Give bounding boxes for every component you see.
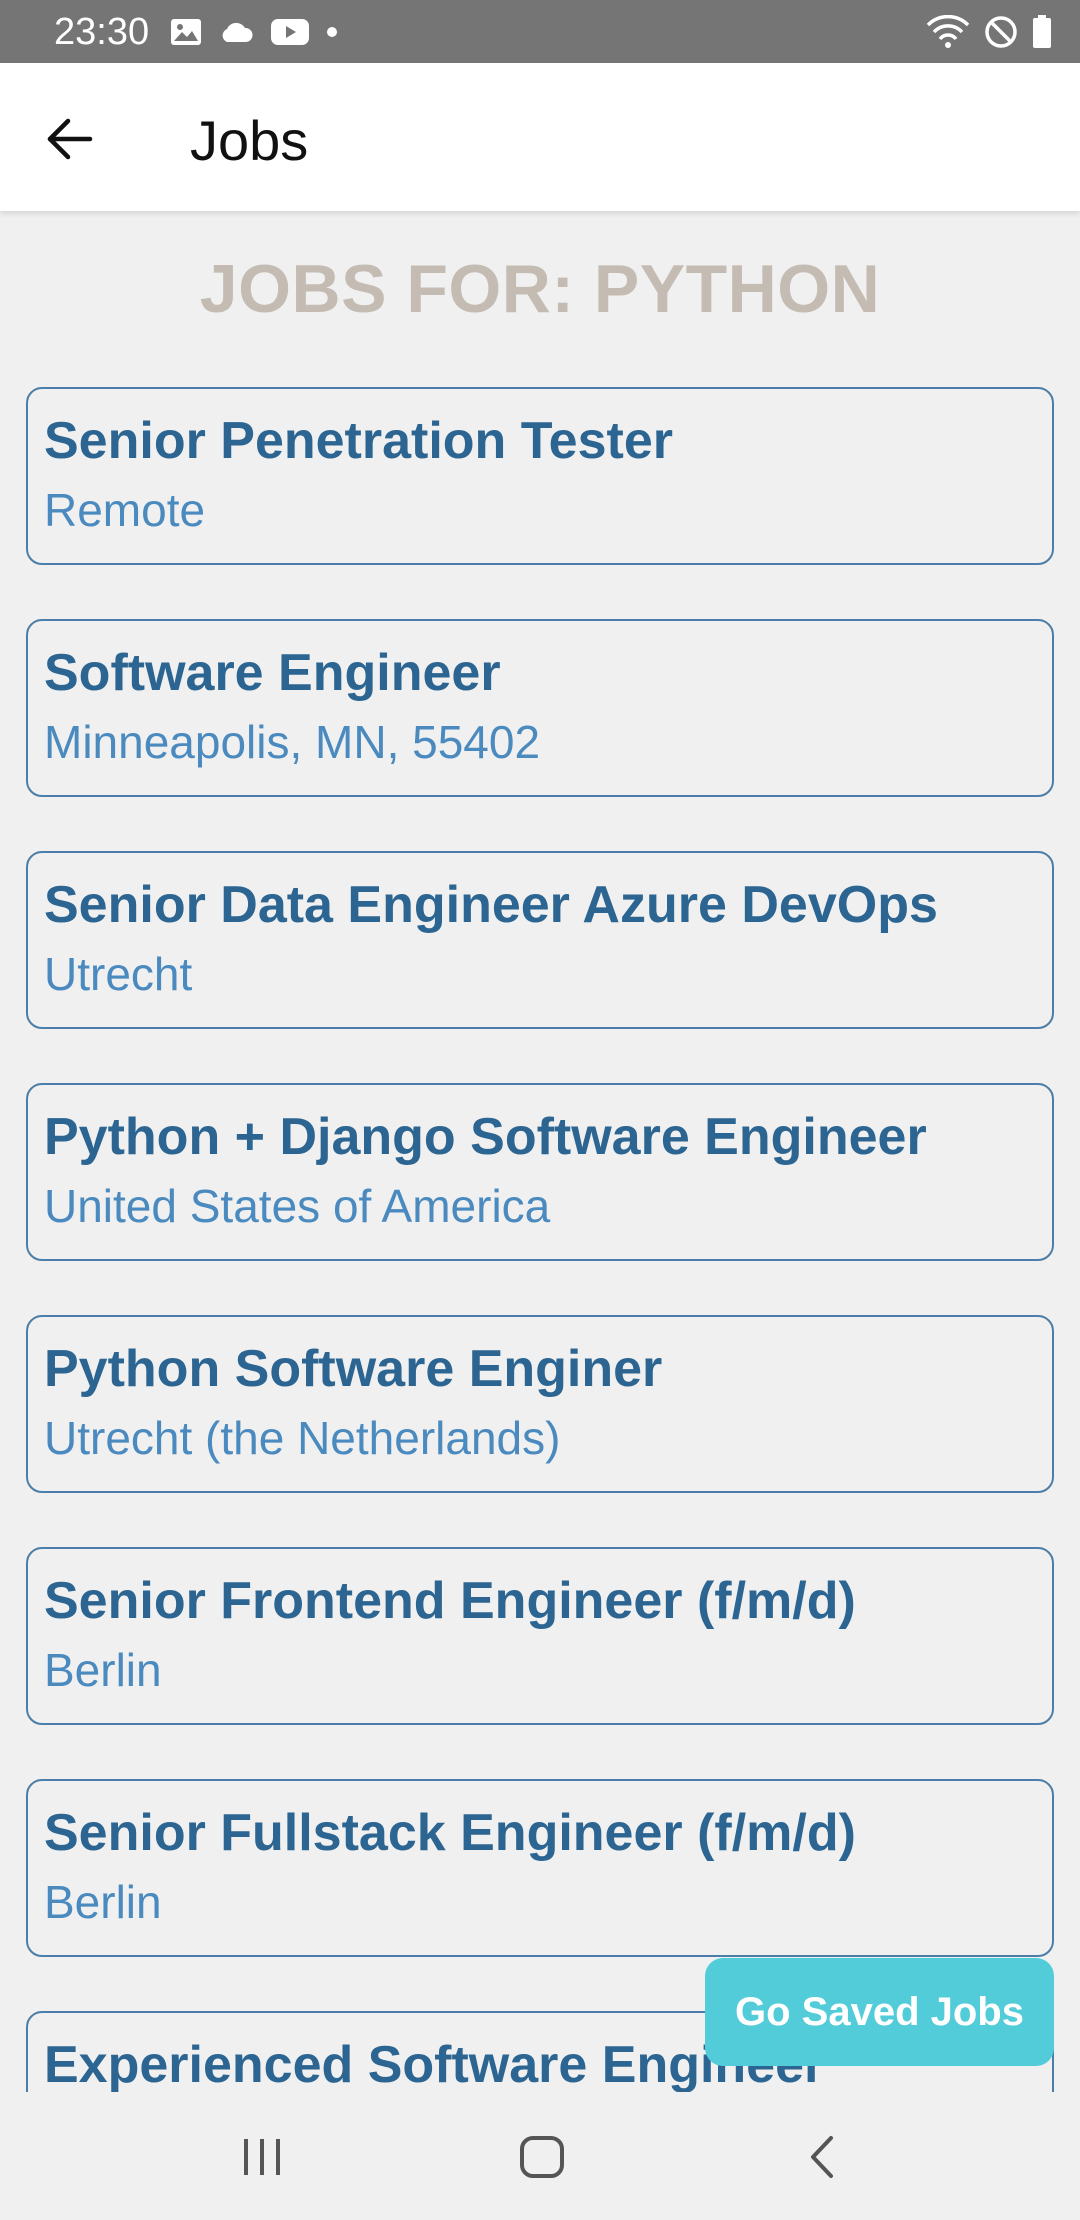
home-button[interactable] xyxy=(502,2122,582,2192)
job-location: United States of America xyxy=(44,1180,551,1232)
cloud-icon xyxy=(222,22,253,42)
image-icon xyxy=(171,19,201,45)
job-card[interactable]: Senior Fullstack Engineer (f/m/d) Berlin xyxy=(26,1779,1054,1957)
nav-back-button[interactable] xyxy=(782,2122,862,2192)
job-card[interactable]: Software Engineer Minneapolis, MN, 55402 xyxy=(26,619,1054,797)
job-title: Senior Data Engineer Azure DevOps xyxy=(44,876,938,934)
home-icon xyxy=(520,2136,564,2178)
job-location: Utrecht (the Netherlands) xyxy=(44,1412,561,1464)
screen: 23:30 Jobs JOBS FOR: PYTHON Senior Penet… xyxy=(0,0,1080,2220)
job-location: Berlin xyxy=(44,1876,162,1928)
recent-apps-button[interactable] xyxy=(222,2122,302,2192)
navigation-bar xyxy=(0,2092,1080,2220)
job-card[interactable]: Python Software Enginer Utrecht (the Net… xyxy=(26,1315,1054,1493)
job-card[interactable]: Senior Frontend Engineer (f/m/d) Berlin xyxy=(26,1547,1054,1725)
status-time: 23:30 xyxy=(54,11,150,53)
go-saved-jobs-button[interactable]: Go Saved Jobs xyxy=(705,1958,1054,2066)
battery-icon xyxy=(1033,15,1051,48)
job-title: Software Engineer xyxy=(44,644,501,702)
wifi-icon xyxy=(926,15,970,48)
job-title: Senior Fullstack Engineer (f/m/d) xyxy=(44,1804,856,1862)
back-icon xyxy=(811,2136,833,2178)
job-card[interactable]: Senior Penetration Tester Remote xyxy=(26,387,1054,565)
system-icons xyxy=(926,10,1052,54)
job-location: Berlin xyxy=(44,1644,162,1696)
job-list-screen: JOBS FOR: PYTHON Senior Penetration Test… xyxy=(0,211,1080,2092)
job-card[interactable]: Senior Data Engineer Azure DevOps Utrech… xyxy=(26,851,1054,1029)
status-bar: 23:30 xyxy=(0,0,1080,63)
job-title: Senior Penetration Tester xyxy=(44,412,673,470)
job-location: Utrecht xyxy=(44,948,193,1000)
do-not-disturb-icon xyxy=(985,16,1017,48)
page-heading: JOBS FOR: PYTHON xyxy=(199,251,881,327)
job-location: Remote xyxy=(44,484,206,536)
app-bar: Jobs xyxy=(0,63,1080,211)
dot-icon xyxy=(327,27,337,37)
arrow-left-icon xyxy=(47,118,93,160)
job-location: Minneapolis, MN, 55402 xyxy=(44,716,541,768)
job-title: Python + Django Software Engineer xyxy=(44,1108,927,1166)
back-button[interactable] xyxy=(30,99,110,179)
app-bar-title: Jobs xyxy=(190,109,309,172)
job-title: Senior Frontend Engineer (f/m/d) xyxy=(44,1572,856,1630)
youtube-icon xyxy=(271,19,309,45)
notification-icons xyxy=(170,12,338,52)
recent-apps-icon xyxy=(244,2139,280,2175)
job-card[interactable]: Python + Django Software Engineer United… xyxy=(26,1083,1054,1261)
job-title: Python Software Enginer xyxy=(44,1340,663,1398)
job-list[interactable]: Senior Penetration Tester Remote Softwar… xyxy=(26,387,1054,2092)
